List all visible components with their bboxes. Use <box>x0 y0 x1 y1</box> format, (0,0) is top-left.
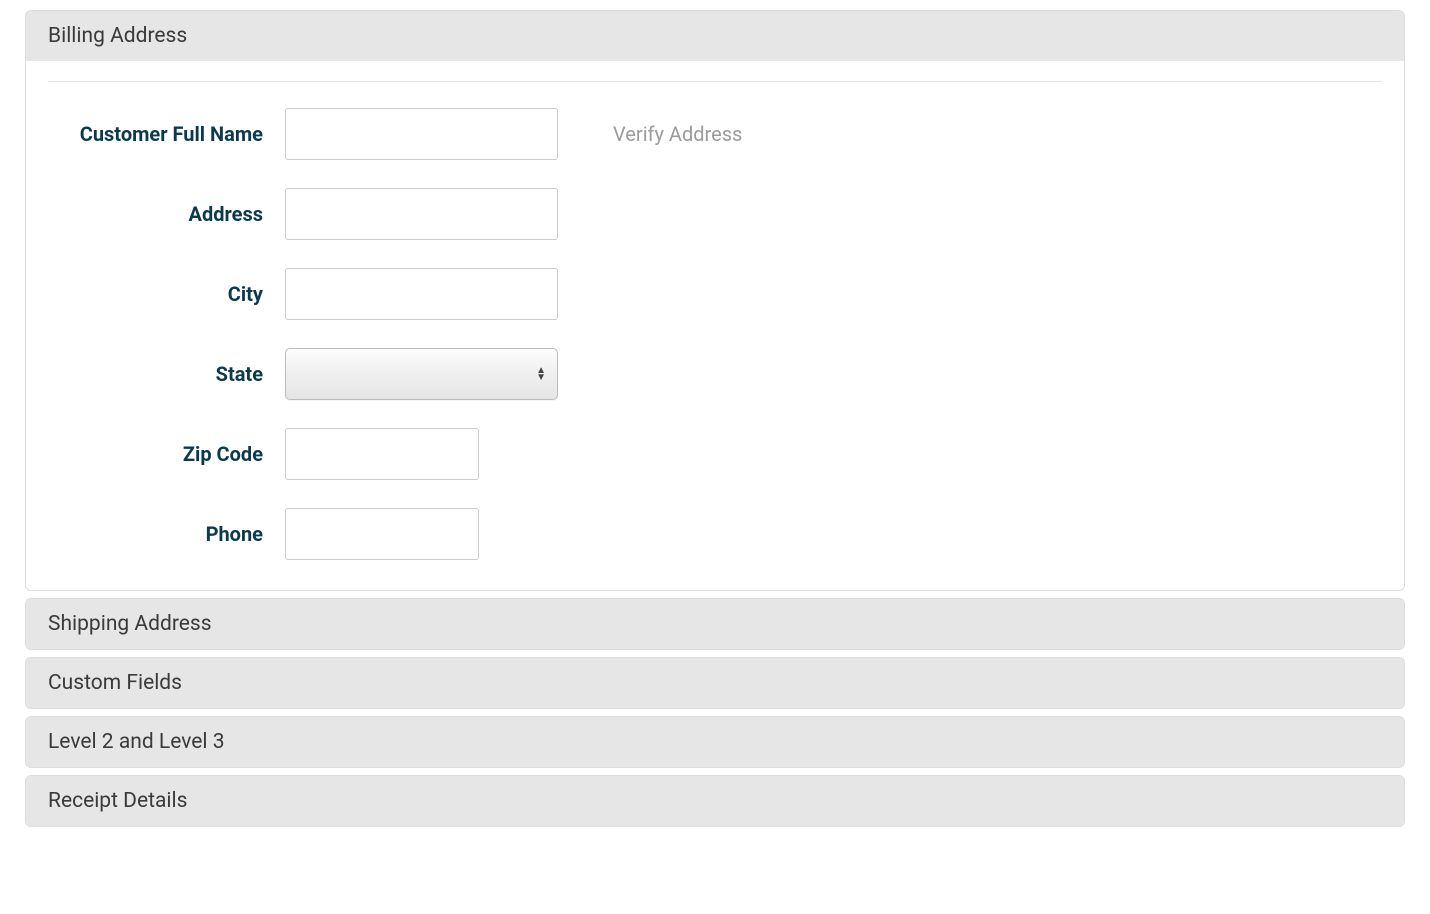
phone-row: Phone <box>48 508 1382 560</box>
customer-name-label: Customer Full Name <box>48 122 285 146</box>
phone-input[interactable] <box>285 508 479 560</box>
level-title: Level 2 and Level 3 <box>48 730 225 754</box>
address-label: Address <box>48 202 285 226</box>
level-panel: Level 2 and Level 3 <box>25 716 1405 768</box>
state-label: State <box>48 362 285 386</box>
shipping-address-panel: Shipping Address <box>25 598 1405 650</box>
phone-label: Phone <box>48 522 285 546</box>
state-input-wrap: ▲ ▼ <box>285 348 558 400</box>
level-header[interactable]: Level 2 and Level 3 <box>26 717 1404 767</box>
state-select[interactable] <box>285 348 558 400</box>
receipt-header[interactable]: Receipt Details <box>26 776 1404 826</box>
city-row: City <box>48 268 1382 320</box>
city-input[interactable] <box>285 268 558 320</box>
address-input-wrap <box>285 188 558 240</box>
address-row: Address <box>48 188 1382 240</box>
zip-row: Zip Code <box>48 428 1382 480</box>
receipt-panel: Receipt Details <box>25 775 1405 827</box>
address-input[interactable] <box>285 188 558 240</box>
receipt-title: Receipt Details <box>48 789 187 813</box>
billing-address-title: Billing Address <box>48 24 187 48</box>
customer-name-input-wrap <box>285 108 558 160</box>
customer-name-input[interactable] <box>285 108 558 160</box>
custom-fields-title: Custom Fields <box>48 671 182 695</box>
divider <box>48 81 1382 82</box>
billing-address-panel: Billing Address Customer Full Name Verif… <box>25 10 1405 591</box>
verify-address-link: Verify Address <box>613 122 742 146</box>
city-input-wrap <box>285 268 558 320</box>
zip-label: Zip Code <box>48 442 285 466</box>
zip-input-wrap <box>285 428 479 480</box>
city-label: City <box>48 282 285 306</box>
customer-name-row: Customer Full Name Verify Address <box>48 108 1382 160</box>
billing-address-body: Customer Full Name Verify Address Addres… <box>26 61 1404 590</box>
shipping-address-title: Shipping Address <box>48 612 212 636</box>
billing-address-header[interactable]: Billing Address <box>26 11 1404 61</box>
custom-fields-panel: Custom Fields <box>25 657 1405 709</box>
phone-input-wrap <box>285 508 479 560</box>
state-select-wrap: ▲ ▼ <box>285 348 558 400</box>
zip-input[interactable] <box>285 428 479 480</box>
custom-fields-header[interactable]: Custom Fields <box>26 658 1404 708</box>
state-row: State ▲ ▼ <box>48 348 1382 400</box>
shipping-address-header[interactable]: Shipping Address <box>26 599 1404 649</box>
